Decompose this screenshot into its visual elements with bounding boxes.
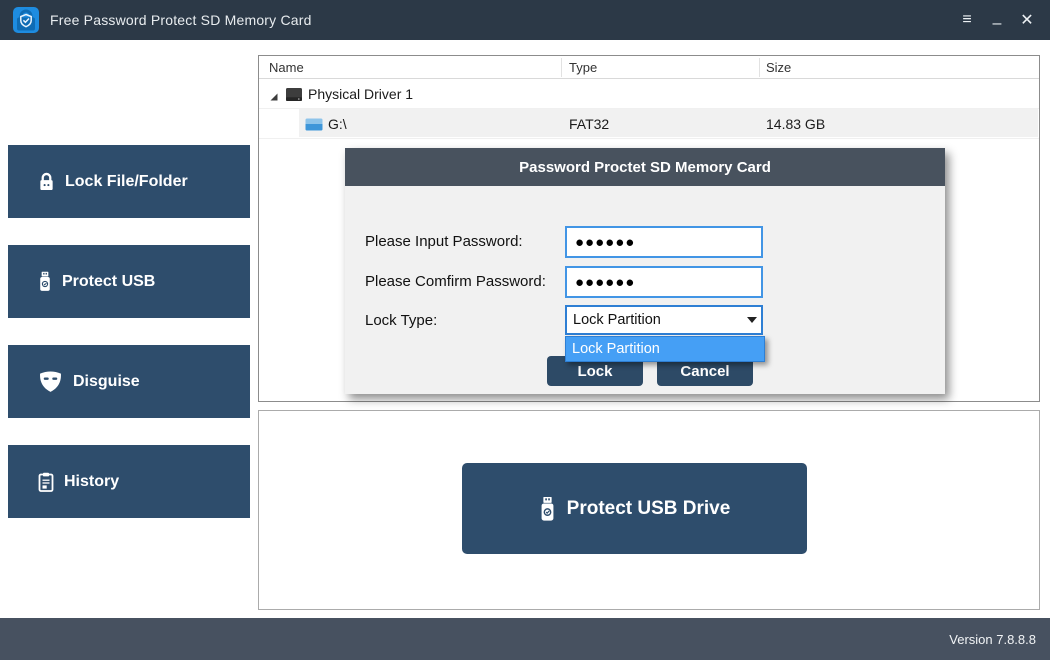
partition-type: FAT32	[569, 109, 609, 139]
protect-usb-drive-label: Protect USB Drive	[567, 498, 731, 520]
partition-size: 14.83 GB	[766, 109, 825, 139]
lock-type-dropdown[interactable]: Lock Partition	[565, 305, 763, 335]
menu-icon[interactable]: ≡	[952, 5, 982, 35]
usb-icon	[539, 496, 556, 522]
minimize-icon[interactable]: –	[982, 5, 1012, 35]
input-password-field[interactable]	[565, 226, 763, 258]
column-header-name[interactable]: Name	[269, 56, 304, 79]
sidebar-item-history[interactable]: History	[8, 445, 250, 518]
sidebar-item-label: Disguise	[73, 373, 140, 391]
sidebar-item-label: History	[64, 473, 119, 491]
sidebar-item-protect-usb[interactable]: Protect USB	[8, 245, 250, 318]
sidebar-item-label: Protect USB	[62, 273, 155, 291]
lock-type-option[interactable]: Lock Partition	[566, 337, 764, 361]
titlebar: Free Password Protect SD Memory Card ≡ –…	[0, 0, 1050, 40]
column-divider	[759, 58, 760, 77]
window-controls: ≡ – ✕	[952, 5, 1042, 35]
chevron-down-icon	[747, 317, 757, 323]
column-divider	[561, 58, 562, 77]
lock-type-label: Lock Type:	[365, 305, 437, 337]
input-password-label: Please Input Password:	[365, 226, 523, 258]
lock-type-option-list: Lock Partition	[565, 336, 765, 362]
protect-usb-drive-button[interactable]: Protect USB Drive	[462, 463, 807, 554]
column-header-size[interactable]: Size	[766, 56, 791, 79]
lock-type-selected-value: Lock Partition	[567, 312, 742, 328]
drive-name: Physical Driver 1	[308, 79, 413, 109]
mask-icon	[38, 371, 63, 393]
usb-icon	[38, 271, 52, 292]
sidebar-item-lock-file-folder[interactable]: Lock File/Folder	[8, 145, 250, 218]
confirm-password-label: Please Comfirm Password:	[365, 266, 546, 298]
sidebar-item-disguise[interactable]: Disguise	[8, 345, 250, 418]
lock-icon	[38, 172, 55, 191]
confirm-password-row: Please Comfirm Password:	[365, 266, 925, 298]
dropdown-arrow-button[interactable]	[742, 307, 761, 333]
lock-type-row: Lock Type: Lock Partition Lock Partition	[365, 305, 925, 337]
table-row-physical-driver[interactable]: Physical Driver 1	[259, 79, 1039, 109]
selected-row-highlight	[299, 109, 1038, 137]
window-title: Free Password Protect SD Memory Card	[50, 12, 312, 28]
input-password-row: Please Input Password:	[365, 226, 925, 258]
app-window: Free Password Protect SD Memory Card ≡ –…	[0, 0, 1050, 660]
column-header-type[interactable]: Type	[569, 56, 597, 79]
version-label: Version 7.8.8.8	[949, 632, 1036, 647]
table-row-partition-g[interactable]: G:\ FAT32 14.83 GB	[259, 109, 1039, 139]
partition-name: G:\	[328, 109, 347, 139]
dialog-title: Password Proctet SD Memory Card	[519, 159, 771, 176]
close-icon[interactable]: ✕	[1012, 5, 1042, 35]
table-header: Name Type Size	[259, 56, 1039, 79]
history-icon	[38, 472, 54, 492]
password-dialog: Password Proctet SD Memory Card Please I…	[345, 148, 945, 394]
hard-drive-icon	[285, 87, 303, 102]
partition-drive-icon	[305, 118, 323, 131]
tree-expander-icon[interactable]	[269, 89, 279, 99]
status-bar: Version 7.8.8.8	[0, 618, 1050, 660]
dialog-titlebar: Password Proctet SD Memory Card	[345, 148, 945, 186]
confirm-password-field[interactable]	[565, 266, 763, 298]
app-logo-icon	[12, 6, 40, 34]
sidebar-item-label: Lock File/Folder	[65, 173, 188, 191]
